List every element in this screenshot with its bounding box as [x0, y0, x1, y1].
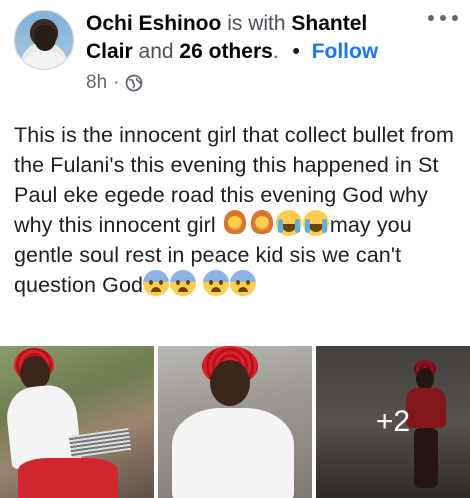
others-link[interactable]: 26 others — [179, 40, 272, 63]
more-dot — [452, 15, 458, 21]
dot-separator: • — [292, 40, 300, 63]
figure-body — [172, 408, 294, 498]
more-photos-count: +2 — [375, 405, 411, 438]
fearful-face-emoji — [230, 270, 257, 296]
period-text: . — [272, 40, 279, 63]
author-avatar[interactable] — [14, 10, 74, 70]
more-dot — [440, 15, 446, 21]
globe-icon[interactable] — [125, 74, 143, 92]
woman-gesturing-emoji — [249, 210, 275, 236]
figure-head — [210, 360, 250, 406]
fearful-face-emoji — [143, 270, 170, 296]
more-dot — [428, 15, 434, 21]
post-header: Ochi Eshinoo is with Shantel Clair and 2… — [0, 0, 470, 110]
photo-1[interactable] — [0, 346, 154, 498]
avatar-shirt — [23, 51, 67, 69]
loudly-crying-emoji — [302, 210, 329, 236]
figure-skirt — [18, 458, 118, 498]
fearful-face-emoji — [170, 270, 197, 296]
post-time[interactable]: 8h — [86, 72, 107, 94]
more-photos-overlay[interactable]: +2 — [316, 346, 470, 498]
author-line: Ochi Eshinoo is with Shantel Clair and 2… — [86, 10, 416, 66]
figure-body — [4, 382, 82, 470]
woman-gesturing-emoji — [222, 210, 248, 236]
author-name[interactable]: Ochi Eshinoo — [86, 12, 221, 35]
fearful-face-emoji — [203, 270, 230, 296]
follow-button[interactable]: Follow — [312, 40, 379, 63]
photo-2[interactable] — [158, 346, 312, 498]
and-text: and — [138, 40, 174, 63]
post-text: This is the innocent girl that collect b… — [14, 120, 460, 300]
photo-3[interactable]: +2 — [316, 346, 470, 498]
is-with-text: is with — [227, 12, 286, 35]
photo-gallery: +2 — [0, 346, 470, 498]
loudly-crying-emoji — [275, 210, 302, 236]
avatar-face — [34, 25, 56, 51]
meta-separator: · — [113, 72, 120, 93]
post-meta: 8h · — [86, 72, 143, 94]
more-options-icon[interactable] — [428, 10, 458, 26]
